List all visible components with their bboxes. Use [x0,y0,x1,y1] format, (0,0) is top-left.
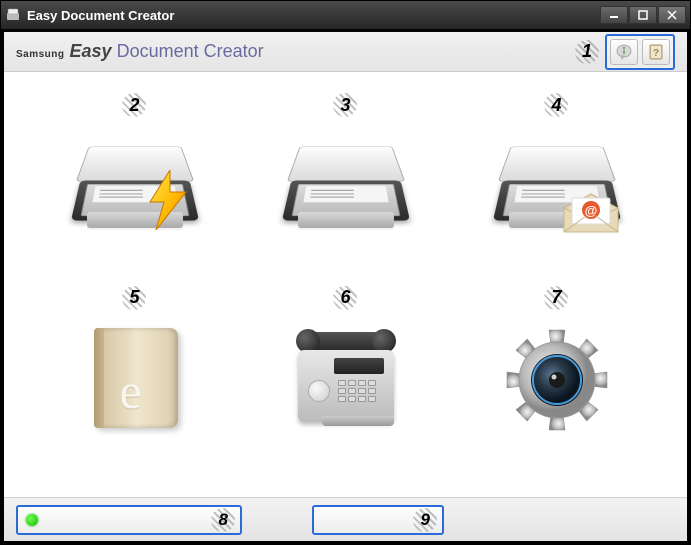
maximize-button[interactable] [629,6,657,24]
scan-icon [271,122,421,252]
callout-5: 5 [129,285,139,311]
fax-button[interactable]: 6 [255,285,436,468]
callout-7: 7 [551,285,561,311]
ebook-button[interactable]: 5 e [44,285,225,468]
header-right-group: 1 ? [575,34,675,70]
help-button[interactable]: ? [642,39,670,65]
settings-button[interactable]: 7 [466,285,647,468]
window-title: Easy Document Creator [27,8,600,23]
minimize-button[interactable] [600,6,628,24]
header-bar: Samsung Easy Document Creator 1 [4,32,687,72]
info-button[interactable] [610,39,638,65]
status-panel[interactable]: 8 [16,505,242,535]
brand-rest: Document Creator [117,41,264,61]
ebook-icon: e [60,315,210,445]
quick-scan-icon [60,122,210,252]
info-buttons-group: ? [605,34,675,70]
brand-bold: Easy [70,41,112,61]
lightning-icon [142,170,192,230]
info-icon [615,43,633,61]
svg-text:?: ? [653,48,659,59]
quick-scan-button[interactable]: 2 [44,92,225,275]
scan-button[interactable]: 3 [255,92,436,275]
footer-bar: 8 9 [4,497,687,541]
fax-icon [271,315,421,445]
settings-gear-icon [482,315,632,445]
feature-grid: 2 [4,72,687,497]
callout-8: 8 [219,510,228,530]
status-online-icon [26,514,38,526]
callout-6: 6 [340,285,350,311]
callout-1: 1 [575,40,599,64]
main-area: 2 [4,72,687,497]
app-icon [5,7,21,23]
callout-9: 9 [421,510,430,530]
envelope-icon: @ [562,192,620,234]
brand-prefix: Samsung [16,49,65,60]
scan-to-email-icon: @ [482,122,632,252]
close-button[interactable] [658,6,686,24]
scan-to-email-button[interactable]: 4 @ [466,92,647,275]
callout-4: 4 [551,92,561,118]
callout-2: 2 [129,92,139,118]
app-window: Easy Document Creator Samsung Easy Docum… [0,0,691,545]
callout-3: 3 [340,92,350,118]
content-frame: Samsung Easy Document Creator 1 [1,29,690,544]
svg-text:@: @ [584,203,597,218]
window-controls [600,6,686,24]
titlebar[interactable]: Easy Document Creator [1,1,690,29]
brand-label: Samsung Easy Document Creator [16,41,264,62]
help-icon: ? [647,43,665,61]
footer-right-panel[interactable]: 9 [312,505,444,535]
